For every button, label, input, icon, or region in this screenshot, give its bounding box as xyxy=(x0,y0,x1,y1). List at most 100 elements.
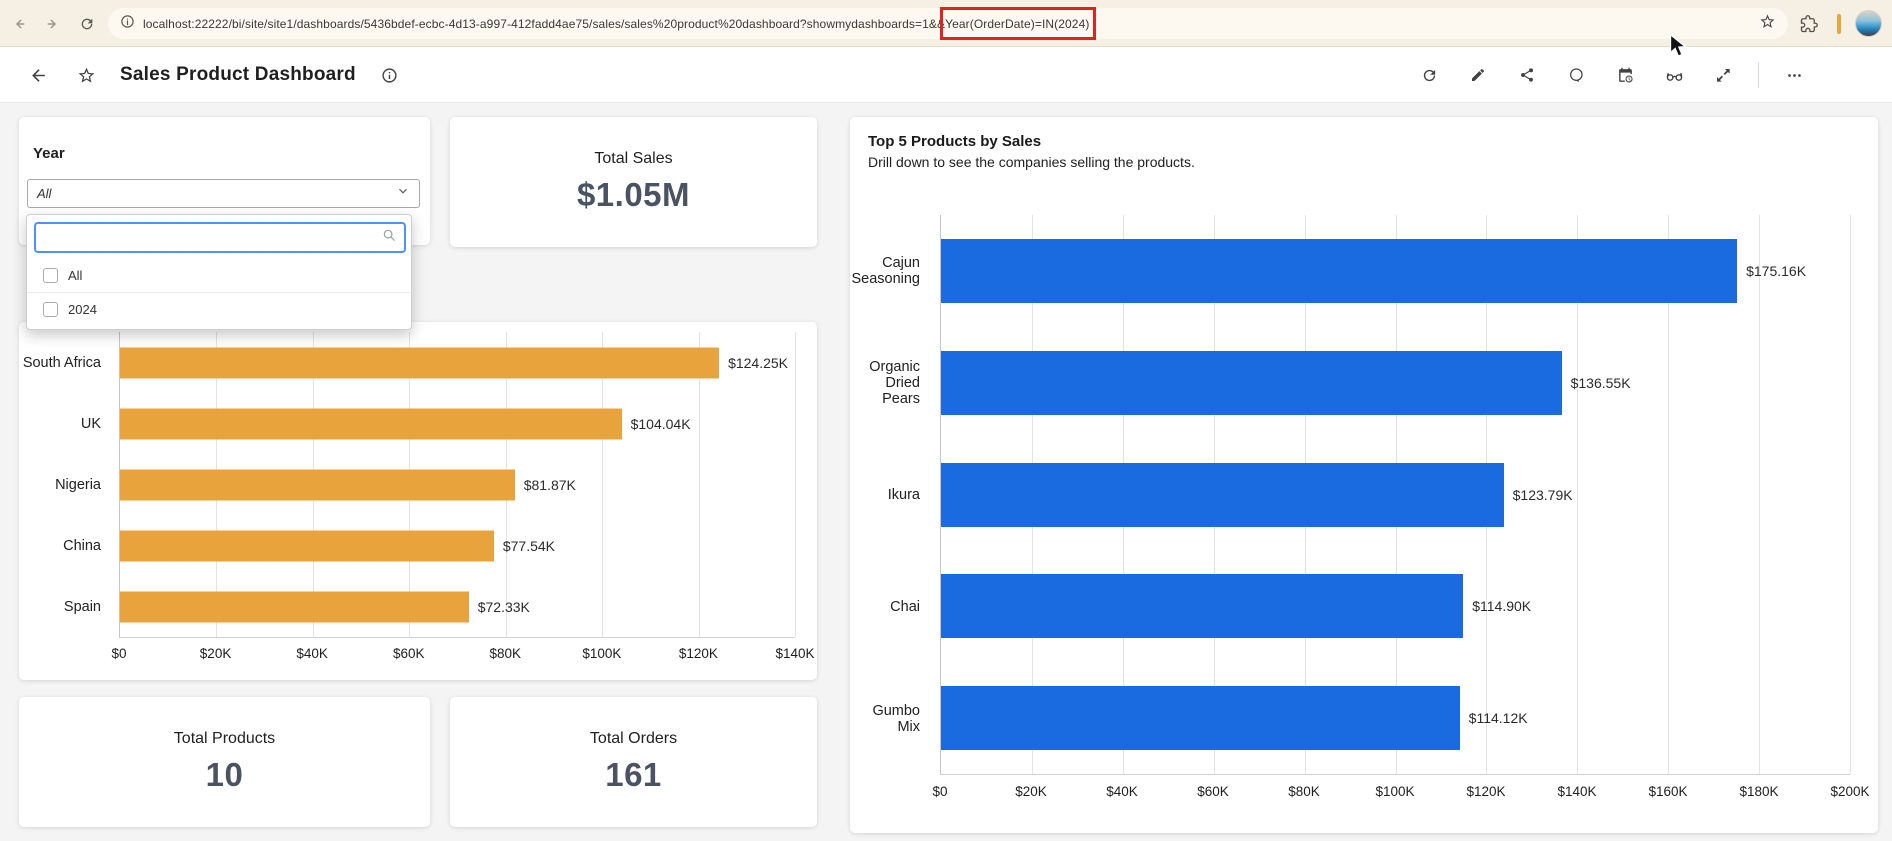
combobox-selected-value: All xyxy=(37,186,396,201)
gridline xyxy=(1759,215,1760,774)
top-5-products-chart: Cajun SeasoningOrganic Dried PearsIkuraC… xyxy=(850,117,1878,833)
year-combobox[interactable]: All xyxy=(27,179,420,208)
option-label: 2024 xyxy=(68,302,97,317)
bar-value-label: $81.87K xyxy=(524,477,576,493)
checkbox[interactable] xyxy=(43,302,58,317)
browser-toolbar: localhost:22222/bi/site/site1/dashboards… xyxy=(0,0,1892,47)
bar-south-africa[interactable] xyxy=(120,347,719,378)
sales-by-country-chart-card: South AfricaUKNigeriaChinaSpain $124.25K… xyxy=(19,322,817,680)
category-label: South Africa xyxy=(19,332,101,393)
edit-button[interactable] xyxy=(1464,61,1492,89)
filter-option-2024[interactable]: 2024 xyxy=(27,292,411,325)
edit-icon xyxy=(1470,67,1486,83)
category-label: UK xyxy=(19,393,101,454)
bar-value-label: $104.04K xyxy=(631,416,691,432)
address-bar[interactable]: localhost:22222/bi/site/site1/dashboards… xyxy=(108,8,1788,39)
option-label: All xyxy=(68,268,82,283)
kpi-value: 10 xyxy=(206,756,244,794)
x-tick-label: $40K xyxy=(296,646,328,661)
bar-gumbo-mix[interactable] xyxy=(941,686,1460,750)
fullscreen-button[interactable] xyxy=(1709,61,1737,89)
x-tick-label: $20K xyxy=(200,646,232,661)
back-arrow-icon xyxy=(29,66,48,85)
kpi-value: $1.05M xyxy=(577,176,690,214)
x-tick-label: $140K xyxy=(1557,784,1596,799)
kpi-label: Total Orders xyxy=(590,730,677,748)
bar-value-label: $123.79K xyxy=(1513,487,1573,503)
kpi-label: Total Products xyxy=(174,730,275,748)
x-tick-label: $40K xyxy=(1106,784,1138,799)
forward-icon xyxy=(45,16,61,32)
refresh-button[interactable] xyxy=(1415,61,1443,89)
header-divider xyxy=(1758,62,1759,88)
profile-avatar[interactable] xyxy=(1855,10,1882,37)
star-outline-icon xyxy=(77,66,96,85)
comment-button[interactable] xyxy=(1562,61,1590,89)
x-tick-label: $200K xyxy=(1830,784,1869,799)
total-orders-card: Total Orders 161 xyxy=(450,697,817,827)
bar-value-label: $136.55K xyxy=(1571,375,1631,391)
reload-icon xyxy=(79,16,95,32)
x-tick-label: $0 xyxy=(111,646,126,661)
category-label: Cajun Seasoning xyxy=(850,215,920,327)
schedule-button[interactable] xyxy=(1611,61,1639,89)
bar-cajun-seasoning[interactable] xyxy=(941,239,1737,303)
x-tick-label: $180K xyxy=(1739,784,1778,799)
extensions-icon[interactable] xyxy=(1795,10,1823,38)
bar-spain[interactable] xyxy=(120,591,469,622)
bar-value-label: $72.33K xyxy=(478,599,530,615)
dropdown-search-box xyxy=(34,222,406,253)
dashboard-info-button[interactable] xyxy=(376,61,404,89)
top-5-products-chart-card: Top 5 Products by Sales Drill down to se… xyxy=(850,117,1878,833)
filter-search-input[interactable] xyxy=(44,230,382,245)
dashboard-back-button[interactable] xyxy=(24,61,52,89)
category-label: Gumbo Mix xyxy=(850,663,920,775)
browser-forward-button[interactable] xyxy=(40,11,66,37)
x-tick-label: $80K xyxy=(490,646,522,661)
dashboard-canvas: Year All Total Sales $1.05M South Africa… xyxy=(0,103,1892,841)
gridline xyxy=(1850,215,1851,774)
chart-plot-area: $124.25K$104.04K$81.87K$77.54K$72.33K xyxy=(119,332,795,638)
category-label: Chai xyxy=(850,551,920,663)
category-label: Spain xyxy=(19,577,101,638)
share-button[interactable] xyxy=(1513,61,1541,89)
more-button[interactable] xyxy=(1780,61,1808,89)
x-tick-label: $60K xyxy=(393,646,425,661)
chevron-down-icon xyxy=(396,184,410,203)
checkbox[interactable] xyxy=(43,268,58,283)
year-filter-dropdown: All 2024 xyxy=(26,214,412,330)
browser-back-button[interactable] xyxy=(6,11,32,37)
x-tick-label: $80K xyxy=(1288,784,1320,799)
bar-nigeria[interactable] xyxy=(120,469,515,500)
page-title: Sales Product Dashboard xyxy=(120,64,356,86)
pinned-extension-indicator xyxy=(1837,14,1841,34)
bar-china[interactable] xyxy=(120,530,494,561)
browser-reload-button[interactable] xyxy=(74,11,100,37)
bar-chai[interactable] xyxy=(941,574,1463,638)
bookmark-star-icon[interactable] xyxy=(1759,13,1776,35)
total-sales-card: Total Sales $1.05M xyxy=(450,117,817,247)
dashboard-header: Sales Product Dashboard xyxy=(0,47,1892,103)
comment-icon xyxy=(1568,67,1584,83)
favorite-star-button[interactable] xyxy=(72,61,100,89)
fullscreen-icon xyxy=(1715,67,1731,83)
bar-value-label: $175.16K xyxy=(1746,263,1806,279)
kpi-value: 161 xyxy=(605,756,662,794)
x-tick-label: $60K xyxy=(1197,784,1229,799)
bar-ikura[interactable] xyxy=(941,463,1504,527)
x-tick-label: $0 xyxy=(932,784,947,799)
refresh-icon xyxy=(1421,67,1438,84)
x-tick-label: $160K xyxy=(1648,784,1687,799)
category-label: Organic Dried Pears xyxy=(850,327,920,439)
filter-option-all[interactable]: All xyxy=(27,259,411,292)
bar-organic-dried-pears[interactable] xyxy=(941,351,1562,415)
filter-label: Year xyxy=(33,145,65,162)
preview-button[interactable] xyxy=(1660,61,1688,89)
info-icon xyxy=(381,67,398,84)
kpi-label: Total Sales xyxy=(594,150,672,168)
chart-plot-area: $175.16K$136.55K$123.79K$114.90K$114.12K xyxy=(940,215,1850,775)
x-tick-label: $20K xyxy=(1015,784,1047,799)
site-info-icon[interactable] xyxy=(120,14,135,34)
url-text: localhost:22222/bi/site/site1/dashboards… xyxy=(143,17,1089,31)
bar-uk[interactable] xyxy=(120,408,622,439)
